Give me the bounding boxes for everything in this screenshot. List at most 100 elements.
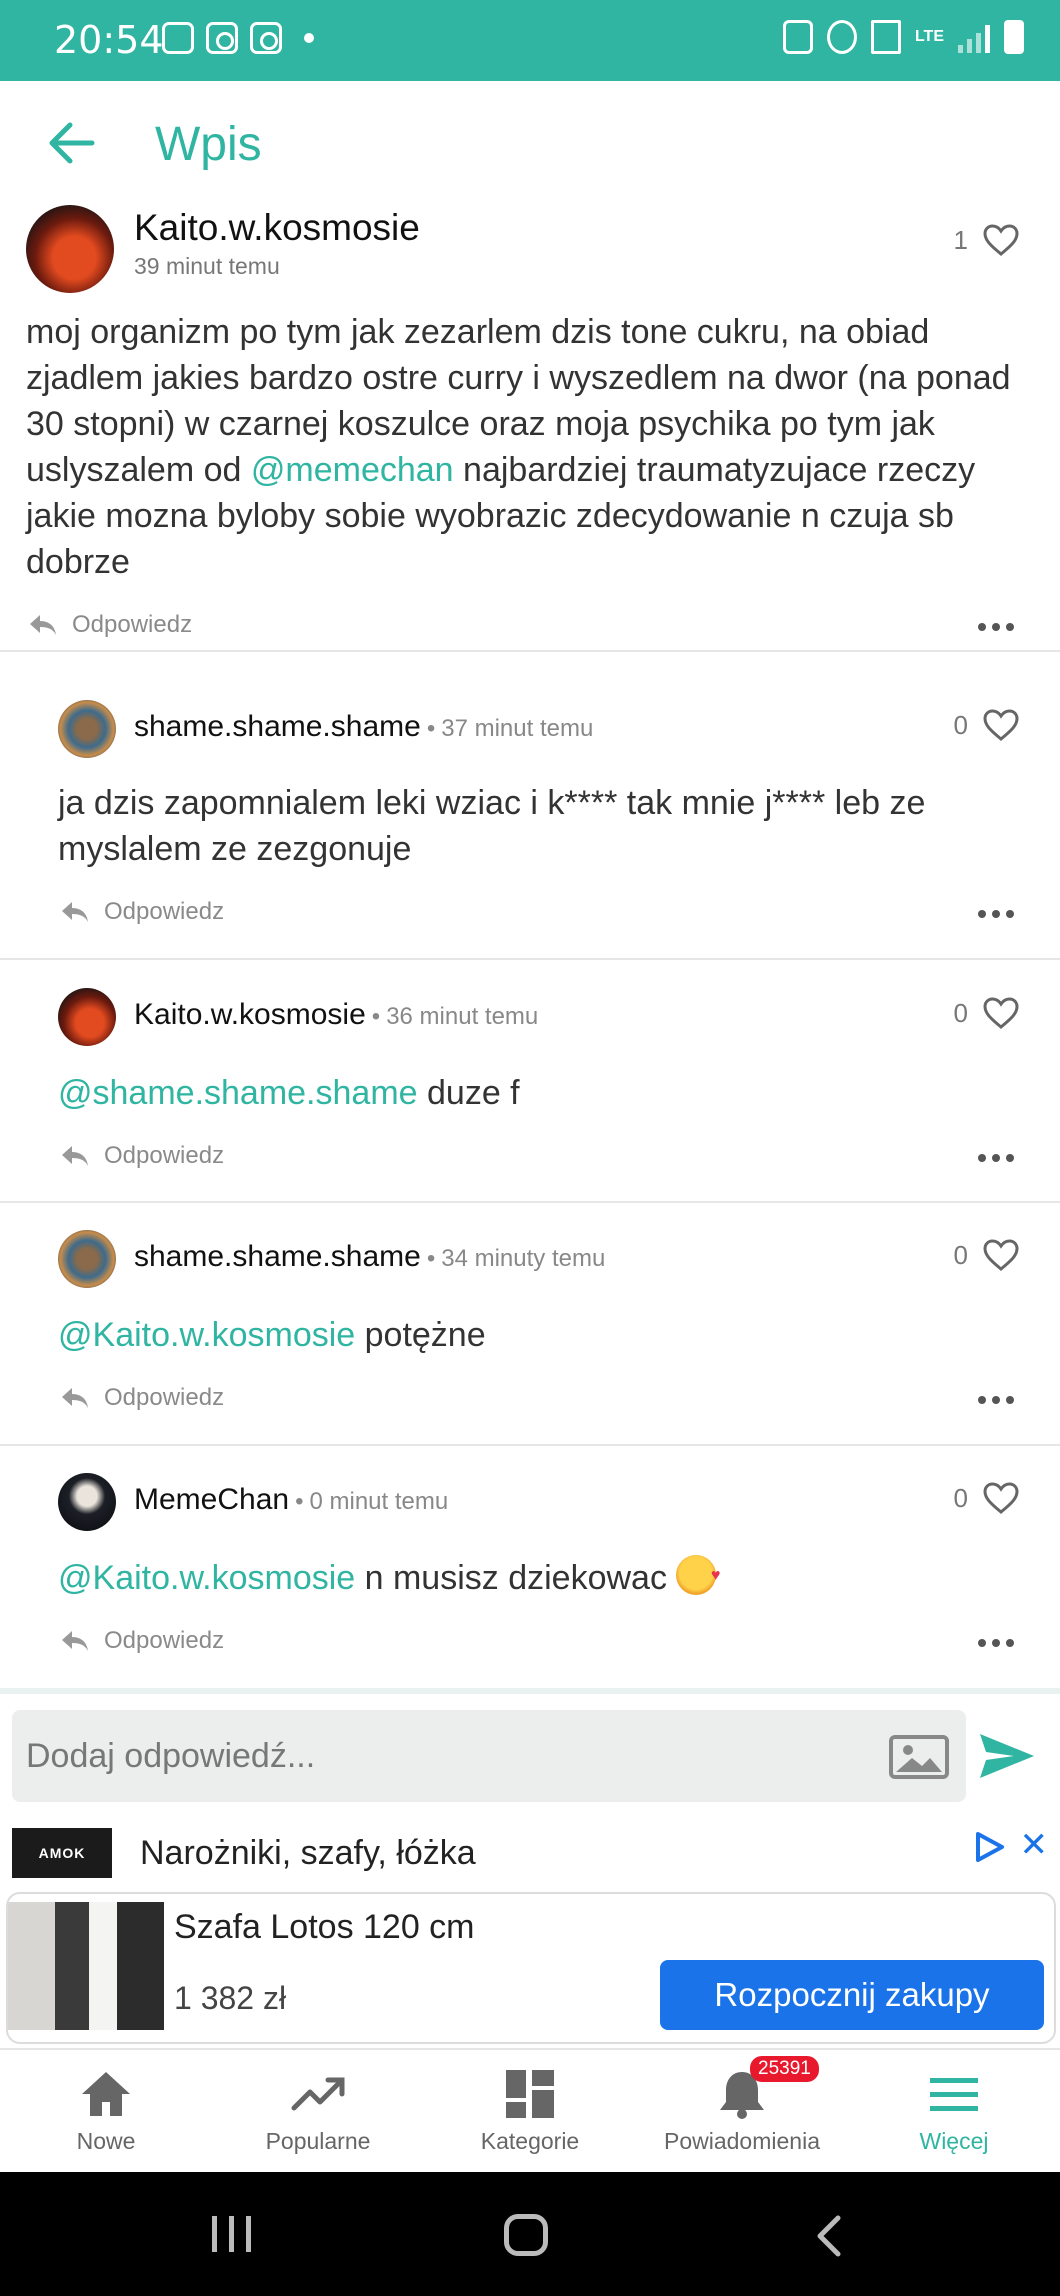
product-name: Szafa Lotos 120 cm bbox=[174, 1908, 475, 1946]
avatar[interactable] bbox=[26, 205, 114, 293]
system-back-icon[interactable] bbox=[808, 2212, 848, 2260]
avatar[interactable] bbox=[58, 700, 116, 758]
like-count: 0 bbox=[953, 709, 968, 740]
divider bbox=[0, 958, 1060, 960]
comment-time: 36 minut temu bbox=[386, 1003, 539, 1030]
more-options-icon[interactable] bbox=[978, 1154, 1014, 1162]
like-button[interactable]: 0 bbox=[954, 708, 1020, 742]
ad-product-card[interactable]: Szafa Lotos 120 cm 1 382 zł Rozpocznij z… bbox=[6, 1892, 1056, 2044]
divider bbox=[0, 1201, 1060, 1203]
nav-label: Popularne bbox=[265, 2128, 371, 2154]
menu-icon bbox=[930, 2078, 978, 2111]
heart-icon bbox=[983, 709, 1019, 741]
like-button[interactable]: 0 bbox=[954, 996, 1020, 1030]
meta-separator: • bbox=[426, 715, 436, 742]
reply-label: Odpowiedz bbox=[104, 1142, 225, 1169]
nav-item-popular[interactable]: Popularne bbox=[212, 2050, 424, 2174]
nav-label: Nowe bbox=[76, 2128, 136, 2154]
shop-now-button[interactable]: Rozpocznij zakupy bbox=[660, 1960, 1044, 2030]
comment-author[interactable]: Kaito.w.kosmosie bbox=[134, 998, 366, 1031]
nav-item-categories[interactable]: Kategorie bbox=[424, 2050, 636, 2174]
nav-label: Powiadomienia bbox=[664, 2128, 820, 2154]
recent-apps-icon[interactable] bbox=[212, 2216, 251, 2252]
avatar[interactable] bbox=[58, 1473, 116, 1531]
meta-separator: • bbox=[371, 1003, 381, 1030]
like-count: 0 bbox=[953, 997, 968, 1028]
back-arrow-icon[interactable] bbox=[48, 121, 96, 165]
avatar[interactable] bbox=[58, 988, 116, 1046]
comment-author[interactable]: shame.shame.shame bbox=[134, 1240, 421, 1273]
instagram-notification-icon-2 bbox=[250, 22, 282, 54]
status-system-icons: LTE bbox=[782, 20, 1024, 54]
page-title: Wpis bbox=[155, 118, 262, 171]
signal-icon bbox=[958, 21, 990, 53]
heart-icon bbox=[983, 997, 1019, 1029]
comment-time: 34 minuty temu bbox=[441, 1245, 606, 1272]
trending-icon bbox=[291, 2077, 345, 2111]
post-time: 39 minut temu bbox=[134, 253, 280, 279]
reply-icon bbox=[30, 615, 56, 635]
more-options-icon[interactable] bbox=[978, 910, 1014, 918]
advertiser-logo: AMOK bbox=[12, 1828, 112, 1878]
notification-badge: 25391 bbox=[750, 2056, 819, 2082]
ad-choices-icon[interactable] bbox=[972, 1830, 1006, 1864]
like-button[interactable]: 0 bbox=[954, 1481, 1020, 1515]
ad-close-icon[interactable]: ✕ bbox=[1020, 1828, 1049, 1862]
reply-button[interactable]: Odpowiedz bbox=[28, 611, 192, 639]
reply-button[interactable]: Odpowiedz bbox=[60, 898, 224, 926]
reply-input[interactable] bbox=[12, 1710, 966, 1802]
meta-separator: • bbox=[426, 1245, 436, 1272]
mention-link[interactable]: @shame.shame.shame bbox=[58, 1074, 418, 1112]
reply-icon bbox=[62, 902, 88, 922]
reply-label: Odpowiedz bbox=[72, 611, 193, 638]
bottom-navigation: Nowe Popularne Kategorie 25391 Powiadomi… bbox=[0, 2048, 1060, 2172]
like-count: 0 bbox=[953, 1239, 968, 1270]
home-icon bbox=[82, 2072, 130, 2116]
meta-separator: • bbox=[295, 1488, 304, 1515]
home-button-icon[interactable] bbox=[504, 2214, 548, 2256]
nav-item-new[interactable]: Nowe bbox=[0, 2050, 212, 2174]
gallery-notification-icon bbox=[162, 22, 194, 54]
comment-body: ja dzis zapomnialem leki wziac i k**** t… bbox=[58, 780, 1048, 872]
mention-link[interactable]: @memechan bbox=[251, 451, 454, 489]
mention-link[interactable]: @Kaito.w.kosmosie bbox=[58, 1559, 355, 1597]
comment-meta: shame.shame.shame • 34 minuty temu bbox=[134, 1240, 605, 1274]
avatar[interactable] bbox=[58, 1230, 116, 1288]
ad-banner[interactable]: AMOK Narożniki, szafy, łóżka ✕ Szafa Lot… bbox=[0, 1808, 1060, 2048]
reply-button[interactable]: Odpowiedz bbox=[60, 1142, 224, 1170]
reply-icon bbox=[62, 1146, 88, 1166]
heart-icon bbox=[983, 1239, 1019, 1271]
like-button[interactable]: 0 bbox=[954, 1238, 1020, 1272]
more-options-icon[interactable] bbox=[978, 623, 1014, 631]
reply-button[interactable]: Odpowiedz bbox=[60, 1627, 224, 1655]
comment-text: n musisz dziekowac bbox=[355, 1559, 677, 1597]
more-options-icon[interactable] bbox=[978, 1396, 1014, 1404]
post-author[interactable]: Kaito.w.kosmosie bbox=[134, 207, 420, 249]
comment-author[interactable]: MemeChan bbox=[134, 1483, 289, 1516]
comment-author[interactable]: shame.shame.shame bbox=[134, 710, 421, 743]
reply-label: Odpowiedz bbox=[104, 898, 225, 925]
nav-item-notifications[interactable]: 25391 Powiadomienia bbox=[636, 2050, 848, 2174]
more-notifications-dot-icon bbox=[304, 33, 314, 43]
battery-saver-icon bbox=[782, 20, 813, 54]
nav-item-more[interactable]: Więcej bbox=[848, 2050, 1060, 2174]
ad-headline[interactable]: Narożniki, szafy, łóżka bbox=[140, 1834, 476, 1873]
status-bar: 20:54 LTE bbox=[0, 0, 1060, 81]
image-attach-icon[interactable] bbox=[888, 1734, 950, 1780]
app-header: Wpis bbox=[0, 81, 1060, 201]
product-price: 1 382 zł bbox=[174, 1980, 287, 2016]
mention-link[interactable]: @Kaito.w.kosmosie bbox=[58, 1316, 355, 1354]
divider bbox=[0, 1444, 1060, 1446]
like-button[interactable]: 1 bbox=[954, 223, 1020, 257]
dashboard-icon bbox=[506, 2070, 554, 2118]
mute-icon bbox=[870, 20, 901, 54]
comment-text: potężne bbox=[355, 1316, 486, 1354]
send-icon[interactable] bbox=[976, 1730, 1036, 1782]
comment-text: ja dzis zapomnialem leki wziac i k**** t… bbox=[58, 784, 926, 868]
status-time: 20:54 bbox=[54, 18, 164, 62]
network-type: LTE bbox=[914, 28, 944, 45]
product-image bbox=[8, 1902, 164, 2030]
more-options-icon[interactable] bbox=[978, 1639, 1014, 1647]
system-navigation-bar bbox=[0, 2172, 1060, 2296]
reply-button[interactable]: Odpowiedz bbox=[60, 1384, 224, 1412]
